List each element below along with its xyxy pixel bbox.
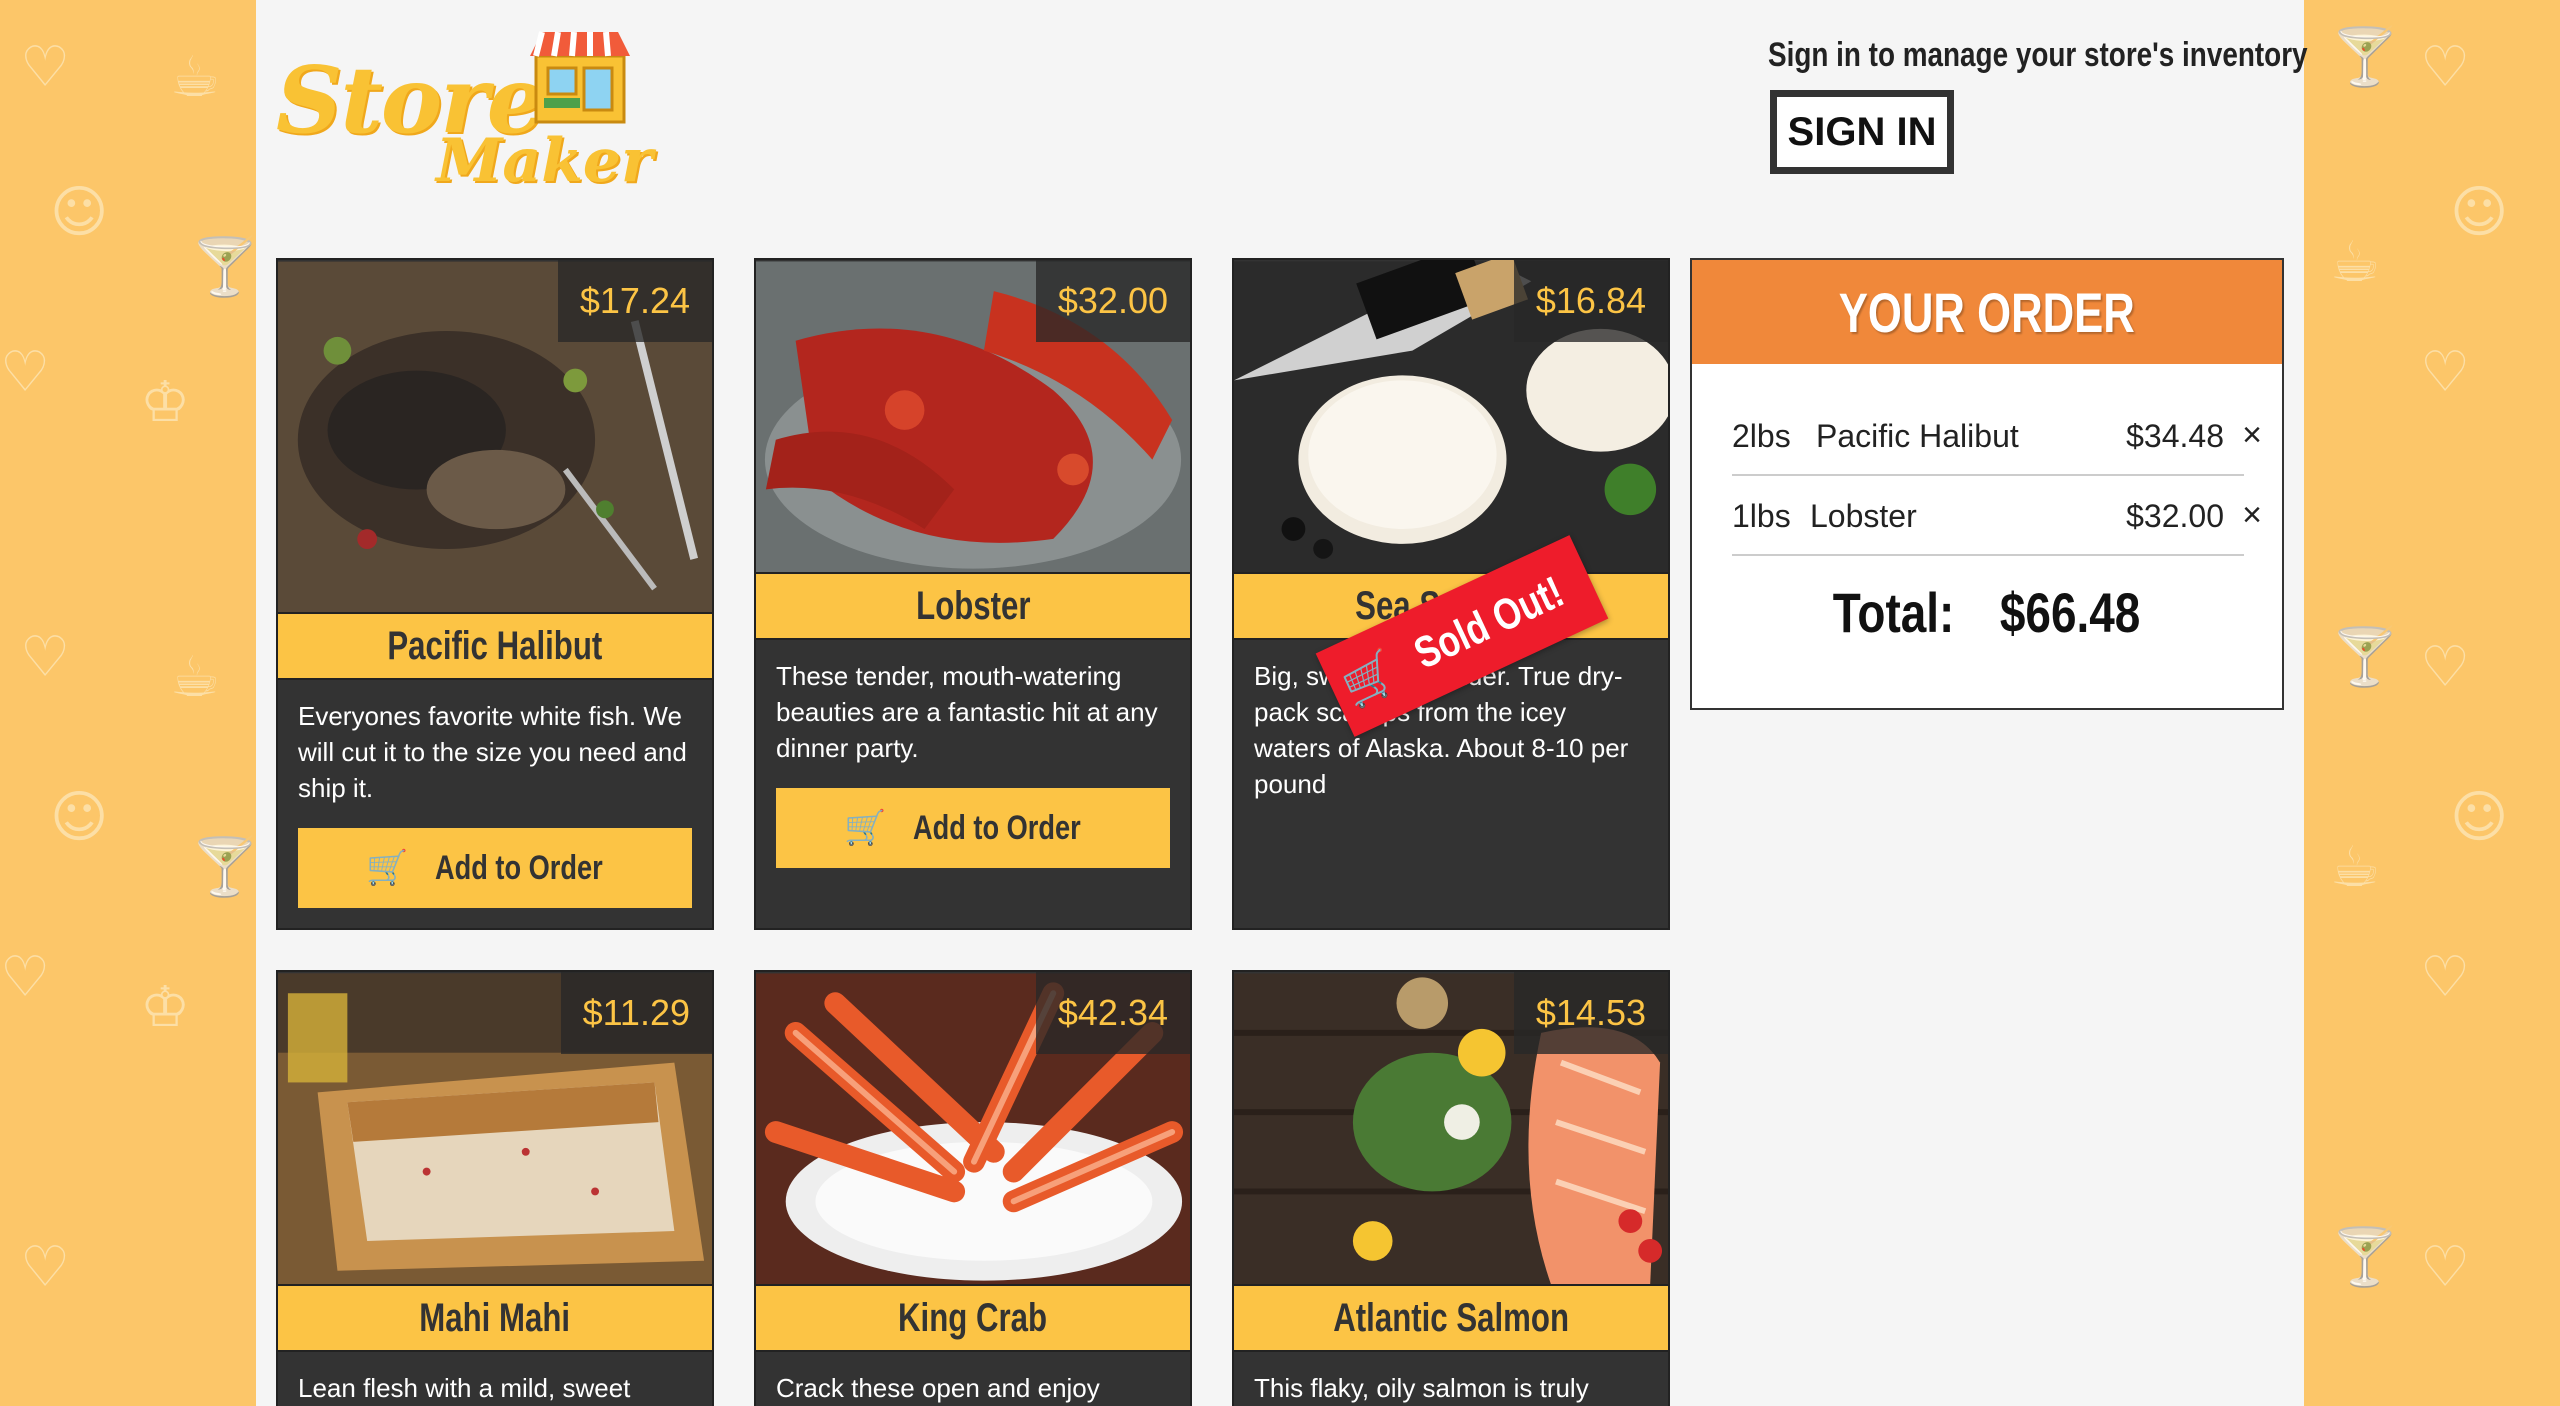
product-price: $42.34: [1035, 972, 1190, 1054]
remove-item-button[interactable]: ×: [2242, 416, 2262, 455]
heart-icon: ♡: [2420, 1235, 2471, 1300]
order-total-label: Total:: [1833, 581, 1955, 644]
smiley-icon: ☺: [2450, 785, 2509, 850]
order-item-amount: $32.00: [2126, 498, 2224, 534]
heart-icon: ♡: [20, 625, 71, 690]
product-description: These tender, mouth-watering beauties ar…: [776, 661, 1158, 763]
teapot-icon: ☕: [170, 645, 221, 710]
order-row: 2lbs Pacific Halibut $34.48 ×: [1732, 396, 2262, 476]
product-card-sea-scallops: $16.84 Sea Scallops Big, sweet and tende…: [1232, 258, 1670, 930]
cocktail-icon: 🍸: [2330, 25, 2400, 90]
heart-icon: ♡: [2420, 945, 2471, 1010]
order-row: 1lbs Lobster $32.00 ×: [1732, 476, 2262, 556]
teapot-icon: ☕: [2330, 835, 2381, 900]
add-to-order-button[interactable]: 🛒 Add to Order: [776, 788, 1170, 868]
cart-plus-icon: 🛒: [843, 809, 887, 847]
product-name: King Crab: [756, 1284, 1190, 1352]
product-card-king-crab: $42.34 King Crab Crack these open and en…: [754, 970, 1192, 1406]
heart-icon: ♡: [0, 945, 51, 1010]
order-total: Total: $66.48: [1692, 580, 2282, 645]
order-item-name: Pacific Halibut: [1816, 418, 2019, 454]
product-name: Mahi Mahi: [278, 1284, 712, 1352]
order-item-amount: $34.48: [2126, 418, 2224, 454]
heart-icon: ♡: [20, 35, 71, 100]
product-price: $16.84: [1513, 260, 1668, 342]
heart-icon: ♡: [2420, 340, 2471, 405]
product-description: Lean flesh with a mild, sweet: [298, 1373, 631, 1403]
heart-icon: ♡: [2420, 35, 2471, 100]
order-panel: YOUR ORDER 2lbs Pacific Halibut $34.48 ×…: [1690, 258, 2284, 710]
product-description: Everyones favorite white fish. We will c…: [298, 701, 687, 803]
product-name: Pacific Halibut: [278, 612, 712, 680]
cocktail-icon: 🍸: [190, 235, 260, 300]
order-item-name: Lobster: [1810, 498, 1917, 534]
logo-text-maker: Maker: [436, 126, 653, 196]
cart-plus-icon: 🛒: [1334, 645, 1405, 714]
product-card-mahi-mahi: $11.29 Mahi Mahi Lean flesh with a mild,…: [276, 970, 714, 1406]
store-maker-logo[interactable]: Store Maker: [276, 28, 653, 196]
remove-item-button[interactable]: ×: [2242, 496, 2262, 535]
cocktail-icon: 🍸: [190, 835, 260, 900]
product-description: Crack these open and enjoy: [776, 1373, 1100, 1403]
heart-icon: ♡: [2420, 635, 2471, 700]
chef-hat-icon: ♔: [140, 975, 191, 1040]
add-to-order-button[interactable]: 🛒 Add to Order: [298, 828, 692, 908]
chef-hat-icon: ♔: [140, 370, 191, 435]
order-qty: 1lbs: [1732, 498, 1791, 534]
product-price: $17.24: [557, 260, 712, 342]
teapot-icon: ☕: [2330, 230, 2381, 295]
smiley-icon: ☺: [50, 180, 109, 245]
cart-plus-icon: 🛒: [365, 849, 409, 887]
order-qty: 2lbs: [1732, 418, 1791, 454]
product-card-atlantic-salmon: $14.53 Atlantic Salmon This flaky, oily …: [1232, 970, 1670, 1406]
product-price: $32.00: [1035, 260, 1190, 342]
heart-icon: ♡: [0, 340, 51, 405]
signin-prompt: Sign in to manage your store's inventory: [1768, 36, 2308, 74]
smiley-icon: ☺: [2450, 180, 2509, 245]
signin-button[interactable]: SIGN IN: [1770, 90, 1954, 174]
product-price: $14.53: [1513, 972, 1668, 1054]
product-price: $11.29: [560, 972, 712, 1054]
product-description: This flaky, oily salmon is truly: [1254, 1373, 1589, 1403]
order-title: YOUR ORDER: [1692, 260, 2282, 364]
order-total-amount: $66.48: [2000, 581, 2141, 644]
smiley-icon: ☺: [50, 785, 109, 850]
product-card-lobster: $32.00 Lobster These tender, mouth-water…: [754, 258, 1192, 930]
storefront-icon: [530, 31, 630, 124]
cocktail-icon: 🍸: [2330, 625, 2400, 690]
page-container: Store Maker Sign in to manage your store…: [256, 0, 2308, 1406]
product-card-pacific-halibut: $17.24 Pacific Halibut Everyones favorit…: [276, 258, 714, 930]
cocktail-icon: 🍸: [2330, 1225, 2400, 1290]
product-name: Lobster: [756, 572, 1190, 640]
teapot-icon: ☕: [170, 45, 221, 110]
heart-icon: ♡: [20, 1235, 71, 1300]
product-name: Atlantic Salmon: [1234, 1284, 1668, 1352]
